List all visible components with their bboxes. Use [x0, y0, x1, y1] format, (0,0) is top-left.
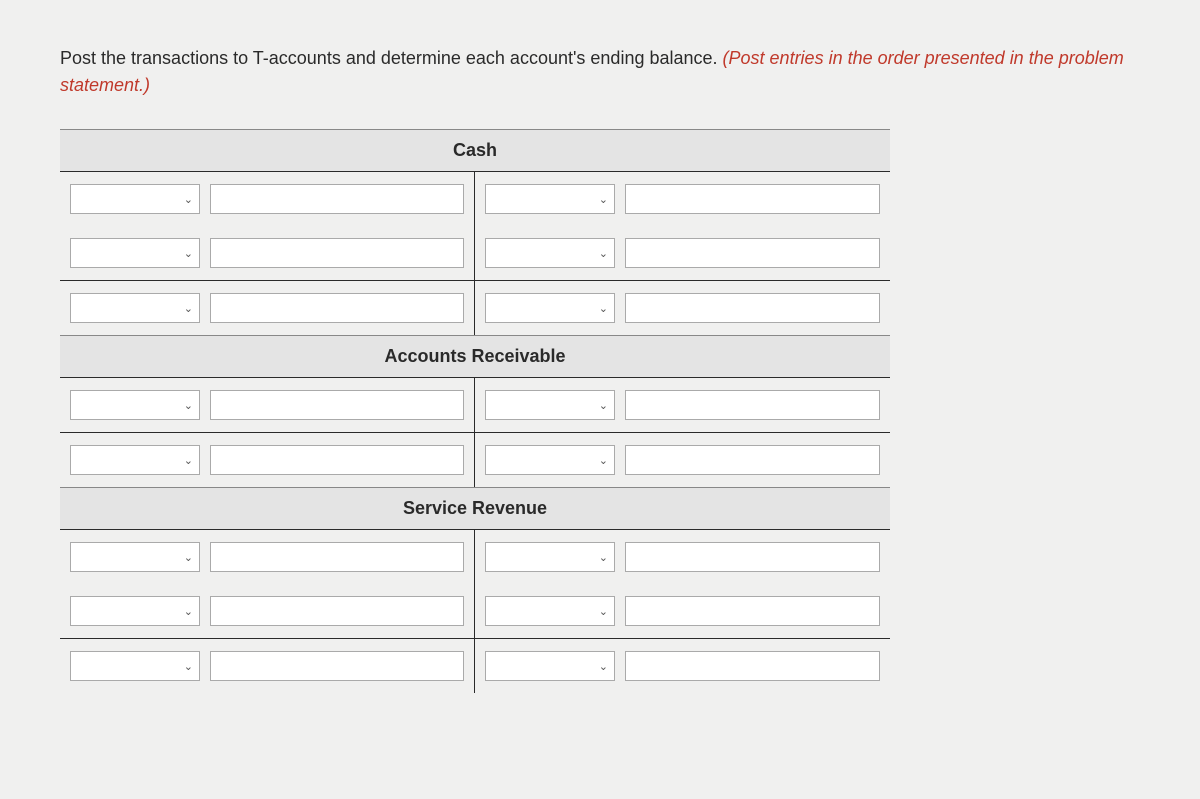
credit-side: ⌄ — [475, 530, 890, 584]
credit-side: ⌄ — [475, 639, 890, 693]
debit-side: ⌄ — [60, 584, 475, 638]
entry-dropdown[interactable]: ⌄ — [70, 542, 200, 572]
instruction-text: Post the transactions to T-accounts and … — [60, 45, 1140, 99]
debit-side: ⌄ — [60, 172, 475, 226]
account-body: ⌄ ⌄ ⌄ ⌄ ⌄ — [60, 171, 890, 335]
amount-input[interactable] — [210, 445, 464, 475]
amount-input[interactable] — [210, 238, 464, 268]
chevron-down-icon: ⌄ — [599, 454, 608, 467]
amount-input[interactable] — [210, 651, 464, 681]
amount-input[interactable] — [625, 651, 880, 681]
account-row-balance: ⌄ ⌄ — [60, 280, 890, 335]
amount-input[interactable] — [625, 390, 880, 420]
t-account-cash: Cash ⌄ ⌄ ⌄ ⌄ — [60, 129, 890, 335]
credit-side: ⌄ — [475, 226, 890, 280]
entry-dropdown[interactable]: ⌄ — [485, 184, 615, 214]
chevron-down-icon: ⌄ — [599, 247, 608, 260]
chevron-down-icon: ⌄ — [184, 399, 193, 412]
entry-dropdown[interactable]: ⌄ — [485, 651, 615, 681]
amount-input[interactable] — [210, 184, 464, 214]
amount-input[interactable] — [625, 293, 880, 323]
entry-dropdown[interactable]: ⌄ — [485, 293, 615, 323]
chevron-down-icon: ⌄ — [184, 605, 193, 618]
account-row: ⌄ ⌄ — [60, 584, 890, 638]
chevron-down-icon: ⌄ — [599, 302, 608, 315]
credit-side: ⌄ — [475, 172, 890, 226]
entry-dropdown[interactable]: ⌄ — [485, 238, 615, 268]
t-accounts-container: Cash ⌄ ⌄ ⌄ ⌄ — [60, 129, 890, 693]
account-row: ⌄ ⌄ — [60, 226, 890, 280]
chevron-down-icon: ⌄ — [184, 302, 193, 315]
credit-side: ⌄ — [475, 584, 890, 638]
credit-side: ⌄ — [475, 281, 890, 335]
account-row-balance: ⌄ ⌄ — [60, 432, 890, 487]
account-row-balance: ⌄ ⌄ — [60, 638, 890, 693]
account-title: Accounts Receivable — [60, 335, 890, 377]
amount-input[interactable] — [625, 445, 880, 475]
debit-side: ⌄ — [60, 281, 475, 335]
chevron-down-icon: ⌄ — [599, 399, 608, 412]
account-body: ⌄ ⌄ ⌄ ⌄ ⌄ — [60, 529, 890, 693]
account-title: Cash — [60, 129, 890, 171]
chevron-down-icon: ⌄ — [184, 454, 193, 467]
debit-side: ⌄ — [60, 226, 475, 280]
debit-side: ⌄ — [60, 378, 475, 432]
amount-input[interactable] — [210, 293, 464, 323]
credit-side: ⌄ — [475, 433, 890, 487]
entry-dropdown[interactable]: ⌄ — [485, 596, 615, 626]
credit-side: ⌄ — [475, 378, 890, 432]
chevron-down-icon: ⌄ — [599, 660, 608, 673]
entry-dropdown[interactable]: ⌄ — [70, 390, 200, 420]
account-body: ⌄ ⌄ ⌄ ⌄ — [60, 377, 890, 487]
amount-input[interactable] — [625, 184, 880, 214]
chevron-down-icon: ⌄ — [184, 660, 193, 673]
debit-side: ⌄ — [60, 639, 475, 693]
amount-input[interactable] — [210, 542, 464, 572]
entry-dropdown[interactable]: ⌄ — [70, 238, 200, 268]
chevron-down-icon: ⌄ — [599, 605, 608, 618]
chevron-down-icon: ⌄ — [184, 247, 193, 260]
instruction-main: Post the transactions to T-accounts and … — [60, 48, 723, 68]
chevron-down-icon: ⌄ — [184, 193, 193, 206]
amount-input[interactable] — [625, 238, 880, 268]
entry-dropdown[interactable]: ⌄ — [485, 445, 615, 475]
t-account-service-revenue: Service Revenue ⌄ ⌄ ⌄ ⌄ — [60, 487, 890, 693]
entry-dropdown[interactable]: ⌄ — [70, 596, 200, 626]
t-account-accounts-receivable: Accounts Receivable ⌄ ⌄ ⌄ ⌄ — [60, 335, 890, 487]
debit-side: ⌄ — [60, 530, 475, 584]
amount-input[interactable] — [625, 596, 880, 626]
entry-dropdown[interactable]: ⌄ — [70, 445, 200, 475]
chevron-down-icon: ⌄ — [184, 551, 193, 564]
account-row: ⌄ ⌄ — [60, 172, 890, 226]
amount-input[interactable] — [625, 542, 880, 572]
entry-dropdown[interactable]: ⌄ — [485, 390, 615, 420]
chevron-down-icon: ⌄ — [599, 193, 608, 206]
debit-side: ⌄ — [60, 433, 475, 487]
entry-dropdown[interactable]: ⌄ — [70, 293, 200, 323]
account-title: Service Revenue — [60, 487, 890, 529]
entry-dropdown[interactable]: ⌄ — [70, 651, 200, 681]
account-row: ⌄ ⌄ — [60, 378, 890, 432]
amount-input[interactable] — [210, 596, 464, 626]
entry-dropdown[interactable]: ⌄ — [485, 542, 615, 572]
amount-input[interactable] — [210, 390, 464, 420]
entry-dropdown[interactable]: ⌄ — [70, 184, 200, 214]
chevron-down-icon: ⌄ — [599, 551, 608, 564]
account-row: ⌄ ⌄ — [60, 530, 890, 584]
